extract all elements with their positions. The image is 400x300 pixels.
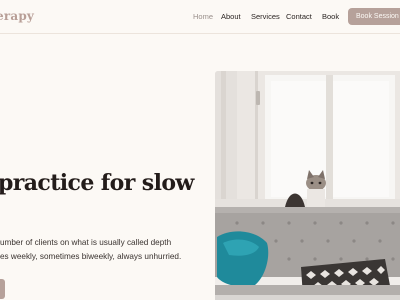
nav-book[interactable]: Book	[322, 12, 339, 21]
nav-about[interactable]: About	[221, 12, 241, 21]
hero-body-line: es weekly, sometimes biweekly, always un…	[0, 252, 182, 261]
brand-logo[interactable]: erapy	[0, 9, 34, 23]
nav-services[interactable]: Services	[251, 12, 280, 21]
hero-cta-button[interactable]	[0, 279, 5, 299]
book-session-button[interactable]: Book Session	[348, 8, 400, 25]
nav-home[interactable]: Home	[193, 12, 213, 21]
hero-headline: practice for slow	[0, 170, 194, 196]
hero-photo	[215, 71, 400, 300]
hero-body-line: umber of clients on what is usually call…	[0, 238, 172, 247]
nav-contact[interactable]: Contact	[286, 12, 312, 21]
site-header: erapy Home About Services Contact Book B…	[0, 0, 400, 34]
